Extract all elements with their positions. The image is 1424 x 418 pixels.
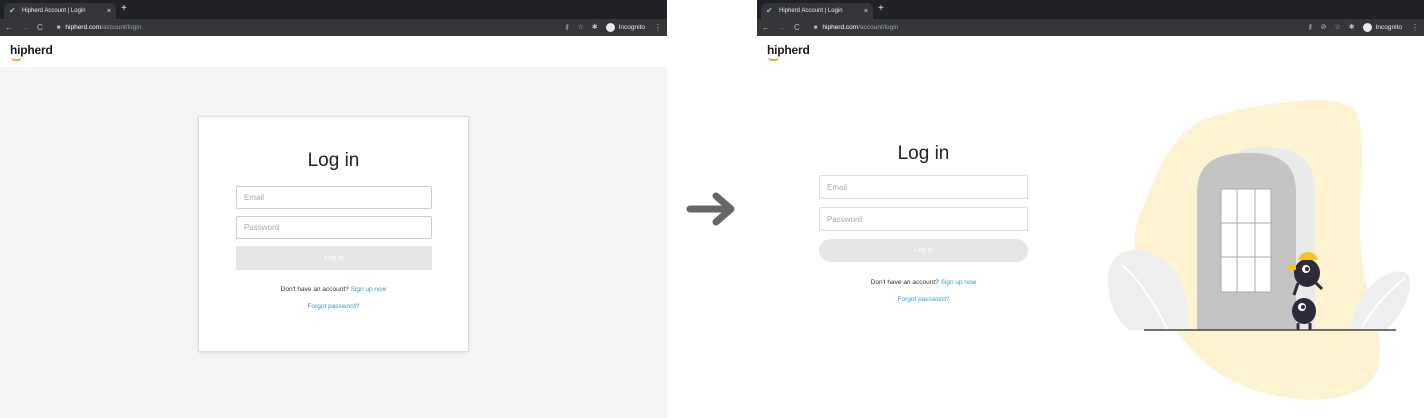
hipherd-logo[interactable]: hipherd xyxy=(767,43,810,57)
incognito-indicator[interactable]: Incognito xyxy=(1362,23,1402,32)
site-favicon-icon: ✔ xyxy=(766,6,773,15)
hipherd-logo[interactable]: hipherd xyxy=(10,43,53,57)
forgot-line: Forgot password? xyxy=(199,303,468,310)
signup-link[interactable]: Sign up now xyxy=(351,286,387,293)
address-bar: ← → C ■ hipherd.com /account/login ⚷ ☆ ✱… xyxy=(0,19,667,36)
url-host[interactable]: hipherd.com xyxy=(65,24,101,31)
browser-tab[interactable]: ✔ Hipherd Account | Login × xyxy=(761,3,873,19)
email-input[interactable]: Email xyxy=(236,186,432,209)
logo-smile xyxy=(11,57,22,61)
before-screenshot: ✔ Hipherd Account | Login × + ← → C ■ hi… xyxy=(0,0,667,418)
kebab-menu-icon[interactable]: ⋮ xyxy=(1411,23,1419,32)
back-arrow-icon[interactable]: ← xyxy=(5,23,13,32)
site-header: hipherd xyxy=(0,36,667,67)
door-monsters-illustration xyxy=(1108,99,1410,400)
star-icon[interactable]: ☆ xyxy=(1334,24,1340,31)
tab-close-icon[interactable]: × xyxy=(864,8,868,15)
address-bar: ← → C ■ hipherd.com /account/login ⚷ ⊘ ☆… xyxy=(757,19,1424,36)
puzzle-icon[interactable]: ✱ xyxy=(592,24,598,31)
login-form: Log in Email Password Log in Don't have … xyxy=(819,140,1028,320)
browser-tab-bar: ✔ Hipherd Account | Login × + xyxy=(757,0,1424,19)
incognito-indicator[interactable]: Incognito xyxy=(605,23,645,32)
transition-arrow-icon xyxy=(686,192,735,226)
password-input[interactable]: Password xyxy=(236,216,432,239)
lock-icon[interactable]: ■ xyxy=(814,25,818,31)
url-host[interactable]: hipherd.com xyxy=(822,24,858,31)
site-favicon-icon: ✔ xyxy=(9,6,16,15)
login-title: Log in xyxy=(307,150,360,171)
lock-icon[interactable]: ■ xyxy=(57,25,61,31)
login-title: Log in xyxy=(897,143,950,164)
forgot-line: Forgot password? xyxy=(819,296,1028,303)
reload-icon[interactable]: C xyxy=(37,23,43,32)
logo-smile xyxy=(768,57,779,61)
login-card: Log in Email Password Log in Don't have … xyxy=(198,116,469,352)
login-button[interactable]: Log in xyxy=(236,246,432,270)
reload-icon[interactable]: C xyxy=(794,23,800,32)
url-path[interactable]: /account/login xyxy=(101,24,141,31)
site-header: hipherd xyxy=(757,36,1424,67)
back-arrow-icon[interactable]: ← xyxy=(762,23,770,32)
tab-title: Hipherd Account | Login xyxy=(22,8,86,14)
forward-arrow-icon[interactable]: → xyxy=(778,23,786,32)
forgot-password-link[interactable]: Forgot password? xyxy=(307,303,359,310)
login-button[interactable]: Log in xyxy=(819,239,1028,262)
incognito-icon xyxy=(605,23,615,32)
puzzle-icon[interactable]: ✱ xyxy=(1349,24,1355,31)
star-icon[interactable]: ☆ xyxy=(577,24,583,31)
signup-prompt: Don't have an account? xyxy=(870,279,939,286)
eye-off-icon[interactable]: ⊘ xyxy=(1321,24,1327,31)
signup-link[interactable]: Sign up now xyxy=(941,279,977,286)
signup-line: Don't have an account? Sign up now xyxy=(819,279,1028,286)
signup-line: Don't have an account? Sign up now xyxy=(199,286,468,293)
url-path[interactable]: /account/login xyxy=(858,24,898,31)
kebab-menu-icon[interactable]: ⋮ xyxy=(654,23,662,32)
new-tab-button[interactable]: + xyxy=(878,4,884,14)
browser-tab[interactable]: ✔ Hipherd Account | Login × xyxy=(4,3,116,19)
password-input[interactable]: Password xyxy=(819,207,1028,231)
forward-arrow-icon[interactable]: → xyxy=(21,23,29,32)
forgot-password-link[interactable]: Forgot password? xyxy=(897,296,949,303)
key-icon[interactable]: ⚷ xyxy=(1307,24,1312,31)
key-icon[interactable]: ⚷ xyxy=(564,24,569,31)
incognito-label: Incognito xyxy=(618,24,645,31)
incognito-label: Incognito xyxy=(1375,24,1402,31)
tab-close-icon[interactable]: × xyxy=(107,8,111,15)
email-input[interactable]: Email xyxy=(819,175,1028,199)
signup-prompt: Don't have an account? xyxy=(280,286,349,293)
tab-title: Hipherd Account | Login xyxy=(779,8,843,14)
incognito-icon xyxy=(1362,23,1372,32)
browser-tab-bar: ✔ Hipherd Account | Login × + xyxy=(0,0,667,19)
new-tab-button[interactable]: + xyxy=(121,4,127,14)
